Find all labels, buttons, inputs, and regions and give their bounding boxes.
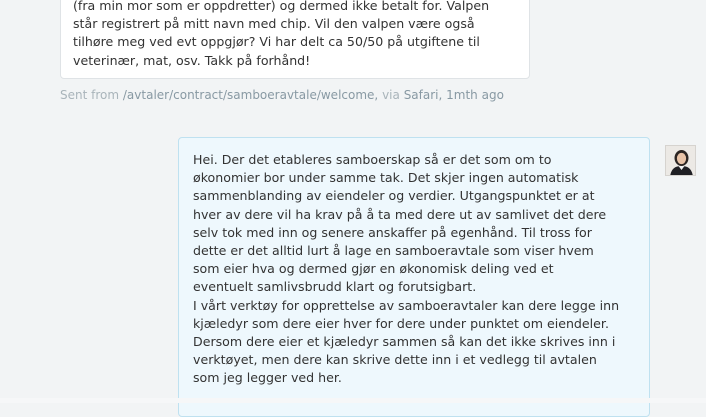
- message-line: Dersom dere eier et kjæledyr sammen så k…: [193, 334, 616, 350]
- agent-avatar: [665, 145, 696, 176]
- message-line: verktøyet, men dere kan skrive dette inn…: [193, 352, 597, 368]
- message-line: veterinær, mat, osv. Takk på forhånd!: [73, 52, 311, 68]
- meta-via: via: [382, 88, 400, 102]
- message-line: selv tok med inn og senere anskaffer på …: [193, 224, 592, 240]
- message-meta: Sent from /avtaler/contract/samboeravtal…: [60, 88, 504, 102]
- message-line: kjæledyr som dere eier hver for dere und…: [193, 315, 609, 331]
- bottom-edge: [0, 398, 706, 403]
- message-line: som eier hva og dermed gjør en økonomisk…: [193, 261, 554, 277]
- meta-prefix: Sent from: [60, 88, 120, 102]
- message-line: eventuelt samlivsbrudd klart og forutsig…: [193, 279, 477, 295]
- avatar-photo-icon: [666, 146, 695, 175]
- meta-browser: Safari,: [403, 88, 443, 102]
- message-line: sammenblanding av eiendeler og verdier. …: [193, 188, 595, 204]
- message-line: står registrert på mitt navn med chip. V…: [73, 16, 475, 32]
- message-line: (fra min mor som er oppdretter) og derme…: [73, 0, 490, 13]
- message-line: I vårt verktøy for opprettelse av samboe…: [193, 297, 620, 313]
- outgoing-message-bubble: Hei. Der det etableres samboerskap så er…: [178, 137, 650, 417]
- message-line: som jeg legger ved her.: [193, 370, 342, 386]
- meta-source-link[interactable]: /avtaler/contract/samboeravtale/welcome,: [123, 88, 378, 102]
- meta-timestamp: 1mth ago: [446, 88, 504, 102]
- message-line: økonomier bor under samme tak. Det skjer…: [193, 170, 579, 186]
- message-line: dette er det alltid lurt å lage en sambo…: [193, 243, 594, 259]
- message-line: tilhøre meg ved evt oppgjør? Vi har delt…: [73, 34, 480, 50]
- incoming-message-bubble: (fra min mor som er oppdretter) og derme…: [60, 0, 530, 79]
- message-line: hver av dere vil ha krav på å ta med der…: [193, 206, 607, 222]
- message-line: Hei. Der det etableres samboerskap så er…: [193, 152, 552, 167]
